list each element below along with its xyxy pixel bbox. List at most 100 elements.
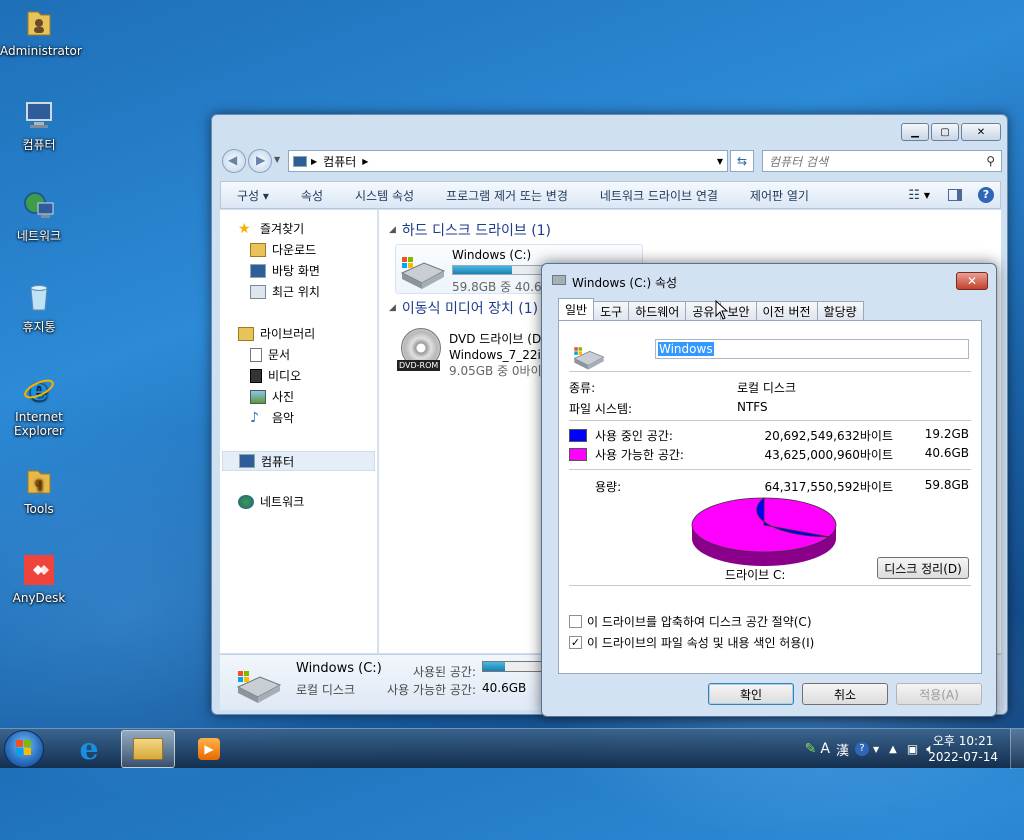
computer-icon [239,454,255,468]
hard-drive-icon [573,347,605,370]
show-hidden-icons-icon[interactable]: ▲ [889,744,897,755]
downloads-folder-icon [250,242,266,257]
nav-computer[interactable]: 컴퓨터 [222,451,375,471]
nav-pictures[interactable]: 사진 [250,388,294,405]
nav-videos[interactable]: 비디오 [250,367,301,384]
capacity-gb: 59.8GB [924,478,969,492]
open-control-panel-button[interactable]: 제어판 열기 [734,187,825,204]
address-dropdown-icon[interactable]: ▼ [717,157,723,166]
index-label[interactable]: 이 드라이브의 파일 속성 및 내용 색인 허용(I) [587,634,814,651]
nav-documents[interactable]: 문서 [250,346,290,363]
disk-cleanup-button[interactable]: 디스크 정리(D) [877,557,969,579]
desktop-icon-anydesk[interactable]: AnyDesk [0,553,78,605]
start-button[interactable] [4,730,44,768]
desktop-icon-label: Internet Explorer [14,410,64,438]
compress-label[interactable]: 이 드라이브를 압축하여 디스크 공간 절약(C) [587,613,812,630]
system-properties-button[interactable]: 시스템 속성 [339,187,430,204]
taskbar-internet-explorer[interactable]: e [62,730,116,768]
library-icon [238,326,254,341]
ok-button[interactable]: 확인 [708,683,794,705]
network-tray-icon[interactable]: ▣ [907,742,918,756]
tab-general[interactable]: 일반 [558,298,595,320]
map-network-drive-button[interactable]: 네트워크 드라이브 연결 [584,187,734,204]
show-desktop-button[interactable] [1010,729,1024,769]
view-options-icon[interactable]: ☷ [908,188,920,203]
back-button[interactable]: ◀ [222,149,246,173]
desktop-icon-tools[interactable]: ¶ Tools [0,464,78,516]
recycle-bin-icon [30,285,48,311]
user-folder-icon [27,11,51,36]
details-usage-fill [483,662,505,671]
nav-network[interactable]: 네트워크 [238,493,304,510]
nav-favorites[interactable]: ★ 즐겨찾기 [238,220,304,237]
desktop-icon-network[interactable]: 네트워크 [0,189,78,244]
hdd-group-label: 하드 디스크 드라이브 (1) [401,223,552,239]
hanja-indicator[interactable]: 漢 [836,740,849,759]
dialog-title: Windows (C:) 속성 [572,276,678,290]
input-mode-indicator[interactable]: A [820,741,830,757]
view-dropdown-icon[interactable]: ▼ [924,191,930,200]
language-bar-icon[interactable]: ✎ [805,741,817,757]
desktop-icon-label: Administrator [0,44,82,58]
removable-group-header[interactable]: ◢ 이동식 미디어 장치 (1) [389,298,538,318]
tab-hardware[interactable]: 하드웨어 [628,301,687,320]
nav-recent[interactable]: 최근 위치 [250,283,320,300]
uninstall-program-button[interactable]: 프로그램 제거 또는 변경 [430,187,584,204]
maximize-button[interactable]: ▢ [931,123,959,141]
compress-checkbox[interactable] [569,615,582,628]
free-space-label: 사용 가능한 공간: [595,448,684,462]
hdd-group-header[interactable]: ◢ 하드 디스크 드라이브 (1) [389,220,551,240]
dialog-close-button[interactable]: ✕ [956,272,988,290]
system-tray: ✎ A 漢 ? ▼ ▲ ▣ 🔈︎ [805,729,934,769]
dvd-volume-label: Windows_7_22in1 [449,348,557,362]
close-button[interactable]: ✕ [961,123,1001,141]
desktop-icon-recycle-bin[interactable]: 휴지통 [0,280,78,335]
dvd-drive-name: DVD 드라이브 (D:) [449,332,550,346]
index-checkbox[interactable]: ✓ [569,636,582,649]
tab-tools[interactable]: 도구 [593,301,630,320]
nav-downloads[interactable]: 다운로드 [250,241,316,258]
organize-button[interactable]: 구성 ▾ [221,187,285,204]
details-drive-type: 로컬 디스크 [296,683,356,697]
tab-previous-versions[interactable]: 이전 버전 [755,301,818,320]
address-bar[interactable]: ▶ 컴퓨터 ▶ ▼ [288,150,728,172]
history-dropdown-icon[interactable]: ▼ [274,155,280,164]
apply-button[interactable]: 적용(A) [896,683,982,705]
internet-explorer-icon: e [24,373,54,406]
desktop-icon-internet-explorer[interactable]: e Internet Explorer [0,372,78,438]
desktop-icon-administrator[interactable]: Administrator [0,6,82,58]
dvd-space: 9.05GB 중 0바이트 [449,364,553,378]
taskbar: e ▶ ✎ A 漢 ? ▼ ▲ ▣ 🔈︎ 오후 10:21 2022-07-14 [0,728,1024,769]
tab-quota[interactable]: 할당량 [816,301,864,320]
hard-drive-icon [236,671,282,703]
help-icon[interactable]: ? [978,187,994,203]
view-controls: ☷ ▼ ? [908,187,1000,203]
nav-libraries[interactable]: 라이브러리 [238,325,315,342]
drive-name-input[interactable]: Windows [655,339,969,359]
preview-pane-icon[interactable] [948,189,962,201]
forward-button[interactable]: ▶ [248,149,272,173]
refresh-button[interactable]: ⇆ [730,150,754,172]
search-input[interactable]: 컴퓨터 검색 ⚲ [762,150,1002,172]
nav-music[interactable]: ♪ 음악 [250,409,294,426]
details-drive-name: Windows (C:) [296,661,382,676]
drive-properties-dialog: Windows (C:) 속성 ✕ 일반 도구 하드웨어 공유 보안 이전 버전… [541,263,997,717]
minimize-button[interactable]: ▁ [901,123,929,141]
taskbar-media-player[interactable]: ▶ [182,730,236,768]
desktop-icon-computer[interactable]: 컴퓨터 [0,98,78,153]
ime-help-icon[interactable]: ? [854,742,869,756]
clock[interactable]: 오후 10:21 2022-07-14 [928,733,998,765]
address-row: ◀ ▶ ▼ ▶ 컴퓨터 ▶ ▼ ⇆ 컴퓨터 검색 ⚲ [220,147,1002,175]
details-free-label: 사용 가능한 공간: [387,683,476,697]
ime-options-icon[interactable]: ▼ [873,745,879,754]
breadcrumb-computer[interactable]: 컴퓨터 [323,153,356,170]
cancel-button[interactable]: 취소 [802,683,888,705]
properties-button[interactable]: 속성 [285,187,339,204]
drive-c-name: Windows (C:) [452,248,532,262]
nav-desktop[interactable]: 바탕 화면 [250,262,320,279]
taskbar-explorer[interactable] [121,730,175,768]
desktop-icon-label: AnyDesk [12,591,66,605]
drive-caption: 드라이브 C: [725,568,786,582]
music-note-icon: ♪ [250,409,259,426]
free-space-swatch [569,448,587,461]
